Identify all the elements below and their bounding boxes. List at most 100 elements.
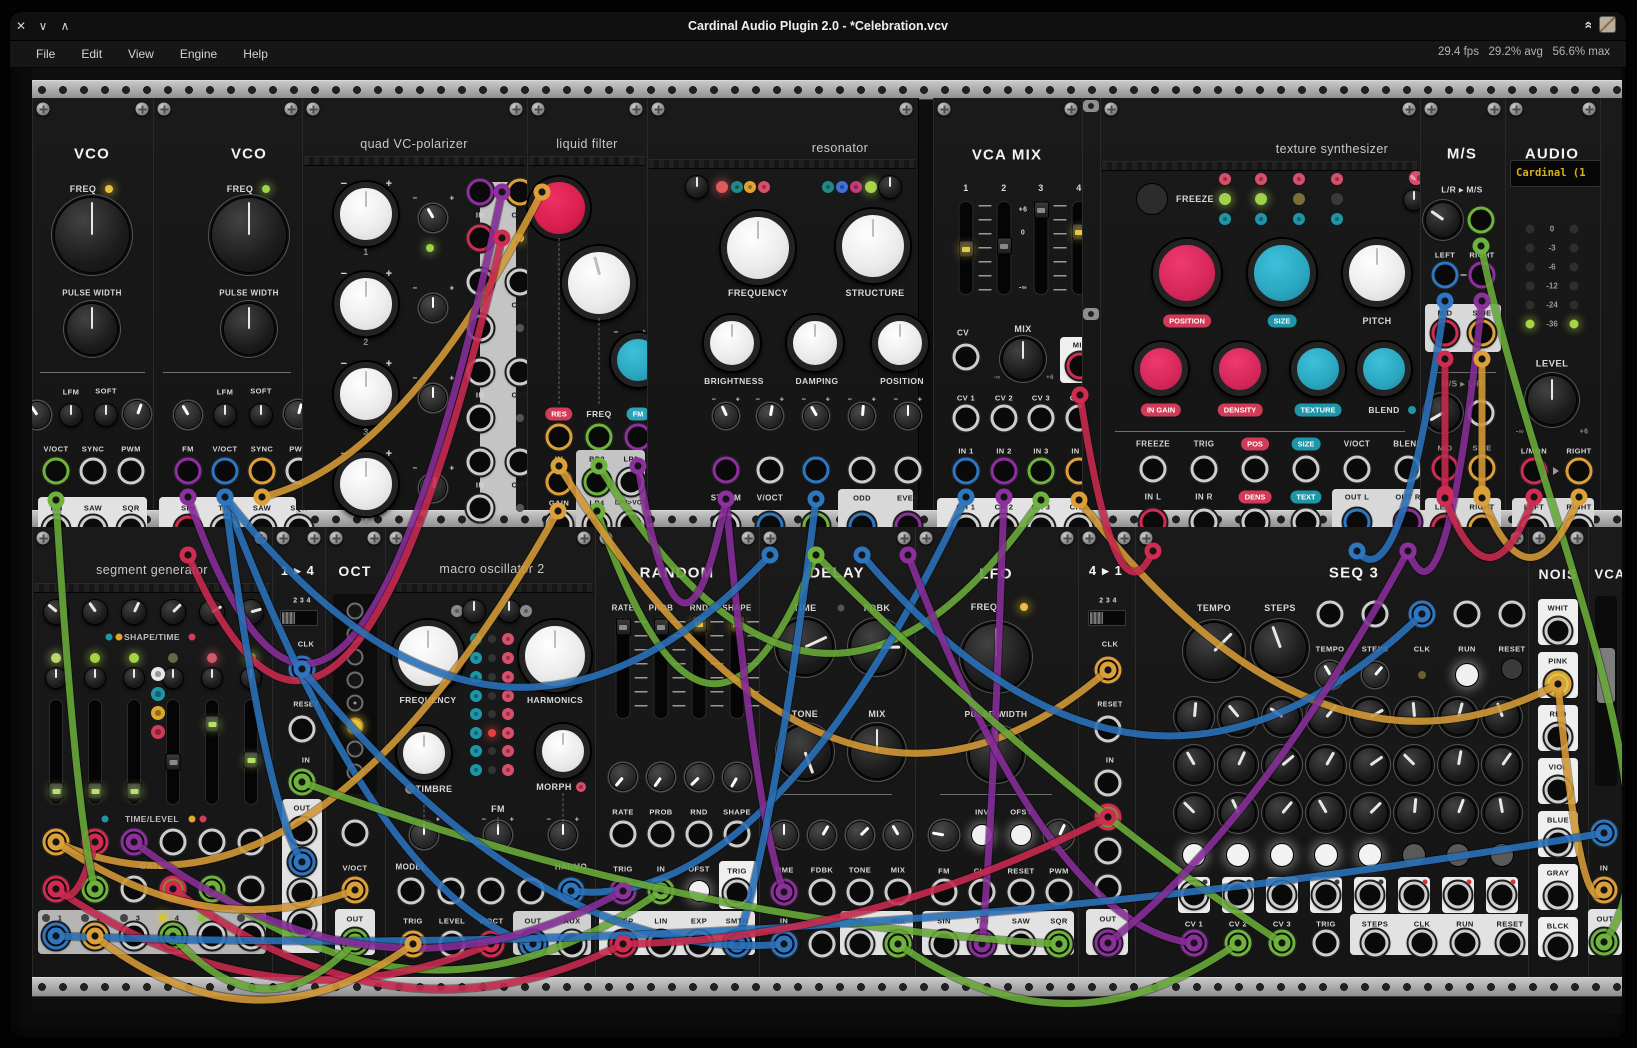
port-jack[interactable] (1566, 458, 1593, 485)
port-jack[interactable] (1454, 601, 1481, 628)
port-jack[interactable] (121, 829, 148, 856)
knob[interactable] (200, 600, 224, 624)
knob[interactable] (334, 362, 398, 426)
knob[interactable] (930, 821, 958, 849)
knob[interactable] (850, 404, 874, 428)
knob[interactable] (463, 600, 485, 622)
port-jack[interactable] (1046, 879, 1073, 906)
port-jack[interactable] (478, 878, 505, 905)
knob[interactable] (55, 198, 129, 272)
button[interactable] (1402, 843, 1426, 867)
knob[interactable] (392, 620, 464, 692)
knob[interactable] (1397, 748, 1431, 782)
port-jack[interactable] (1545, 671, 1572, 698)
port-jack[interactable] (969, 931, 996, 958)
port-jack[interactable] (847, 879, 874, 906)
port-jack[interactable] (610, 931, 637, 958)
knob[interactable] (804, 404, 828, 428)
port-jack[interactable] (160, 829, 187, 856)
port-jack[interactable] (43, 876, 70, 903)
knob[interactable] (758, 404, 782, 428)
port-jack[interactable] (1545, 830, 1572, 857)
port-jack[interactable] (1545, 618, 1572, 645)
port-jack[interactable] (1046, 931, 1073, 958)
knob[interactable] (46, 668, 66, 688)
knob[interactable] (44, 600, 68, 624)
knob[interactable] (1265, 796, 1299, 830)
port-jack[interactable] (289, 849, 316, 876)
radio-option[interactable] (347, 626, 364, 643)
port-jack[interactable] (1028, 405, 1055, 432)
port-jack[interactable] (1445, 882, 1472, 909)
port-jack[interactable] (849, 457, 876, 484)
port-jack[interactable] (238, 876, 265, 903)
collapse-chevrons-icon[interactable]: » (1579, 21, 1595, 29)
radio-option[interactable] (347, 718, 364, 735)
port-jack[interactable] (467, 495, 494, 522)
knob[interactable] (550, 822, 576, 848)
knob[interactable] (83, 600, 107, 624)
port-jack[interactable] (1095, 875, 1122, 902)
port-jack[interactable] (1344, 456, 1371, 483)
port-jack[interactable] (342, 820, 369, 847)
port-jack[interactable] (969, 879, 996, 906)
knob[interactable] (1441, 748, 1475, 782)
knob[interactable] (1397, 700, 1431, 734)
port-jack[interactable] (584, 469, 611, 496)
port-jack[interactable] (82, 829, 109, 856)
knob[interactable] (1528, 376, 1576, 424)
knob[interactable] (1343, 239, 1411, 307)
knob[interactable] (771, 822, 797, 848)
port-jack[interactable] (199, 923, 226, 950)
knob[interactable] (122, 600, 146, 624)
port-jack[interactable] (1469, 320, 1496, 347)
knob[interactable] (1186, 623, 1242, 679)
knob[interactable] (1485, 700, 1519, 734)
knob[interactable] (1153, 239, 1221, 307)
slider[interactable] (167, 700, 179, 804)
port-jack[interactable] (467, 359, 494, 386)
knob[interactable] (970, 728, 1022, 780)
knob[interactable] (610, 764, 636, 790)
button[interactable] (1455, 663, 1479, 687)
knob[interactable] (562, 246, 636, 320)
port-jack[interactable] (1545, 934, 1572, 961)
knob[interactable] (124, 401, 150, 427)
knob[interactable] (1353, 748, 1387, 782)
button[interactable] (1270, 843, 1294, 867)
knob[interactable] (163, 668, 183, 688)
knob[interactable] (334, 272, 398, 336)
port-jack[interactable] (199, 829, 226, 856)
knob[interactable] (519, 620, 591, 692)
knob[interactable] (1426, 396, 1460, 430)
slider[interactable] (960, 202, 973, 294)
port-jack[interactable] (121, 876, 148, 903)
port-jack[interactable] (1317, 601, 1344, 628)
slider[interactable] (655, 618, 668, 718)
port-jack[interactable] (289, 911, 316, 938)
port-jack[interactable] (546, 424, 573, 451)
knob[interactable] (241, 668, 261, 688)
port-jack[interactable] (1545, 883, 1572, 910)
knob[interactable] (161, 600, 185, 624)
slider[interactable] (245, 700, 257, 804)
module-hidden-module[interactable] (1600, 98, 1622, 510)
port-jack[interactable] (121, 923, 148, 950)
slider[interactable] (206, 700, 218, 804)
port-jack[interactable] (43, 923, 70, 950)
port-jack[interactable] (1497, 930, 1524, 957)
knob[interactable] (879, 176, 901, 198)
port-jack[interactable] (1191, 456, 1218, 483)
port-jack[interactable] (467, 315, 494, 342)
knob[interactable] (1357, 342, 1411, 396)
port-jack[interactable] (1521, 458, 1548, 485)
button[interactable] (971, 824, 993, 846)
port-jack[interactable] (1591, 877, 1618, 904)
menu-view[interactable]: View (128, 47, 154, 61)
port-jack[interactable] (931, 879, 958, 906)
port-jack[interactable] (724, 821, 751, 848)
port-jack[interactable] (342, 877, 369, 904)
port-jack[interactable] (199, 876, 226, 903)
port-jack[interactable] (953, 344, 980, 371)
knob[interactable] (1221, 796, 1255, 830)
